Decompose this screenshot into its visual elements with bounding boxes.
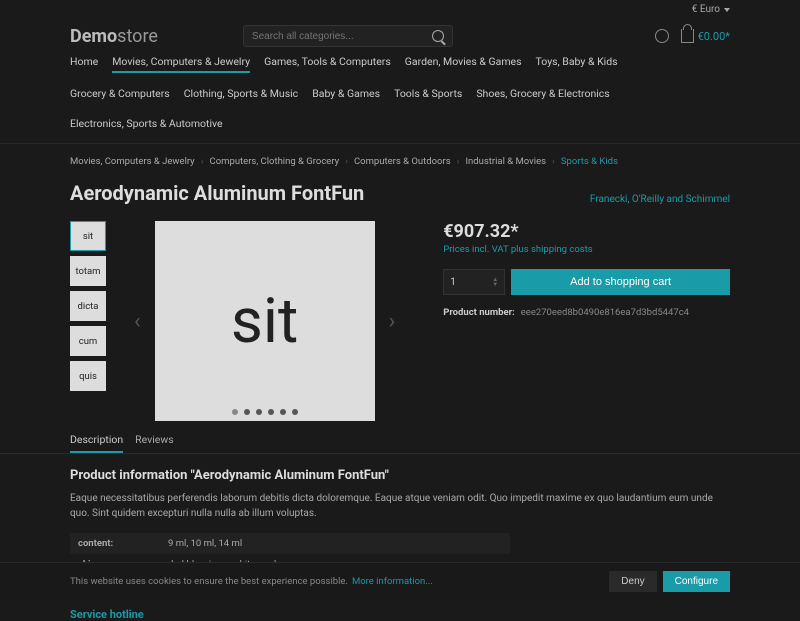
top-bar: € Euro — [0, 0, 800, 19]
cookie-text: This website uses cookies to ensure the … — [70, 576, 348, 587]
quantity-input[interactable]: 1 ▲▼ — [443, 269, 505, 295]
logo[interactable]: Demostore — [70, 26, 158, 47]
thumbnail[interactable]: totam — [70, 256, 106, 286]
main-nav: Home Movies, Computers & Jewelry Games, To… — [0, 55, 800, 144]
price: €907.32* — [443, 221, 730, 242]
nav-item[interactable]: Garden, Movies & Games — [405, 55, 522, 73]
manufacturer-link[interactable]: Franecki, O'Reilly and Schimmel — [590, 194, 730, 205]
search-input[interactable] — [252, 31, 432, 42]
nav-item[interactable]: Toys, Baby & Kids — [536, 55, 618, 73]
bag-icon — [681, 29, 694, 43]
gallery-prev[interactable]: ‹ — [120, 309, 155, 334]
vat-note[interactable]: Prices incl. VAT plus shipping costs — [443, 244, 592, 255]
gallery-dots — [155, 409, 375, 415]
breadcrumb-item[interactable]: Computers & Outdoors — [354, 156, 451, 167]
cookie-configure-button[interactable]: Configure — [663, 571, 730, 592]
breadcrumb-item[interactable]: Sports & Kids — [561, 156, 618, 167]
nav-item[interactable]: Home — [70, 55, 98, 73]
currency-selector[interactable]: € Euro — [692, 4, 730, 15]
product-title: Aerodynamic Aluminum FontFun — [70, 181, 364, 205]
quantity-stepper[interactable]: ▲▼ — [492, 277, 498, 287]
cart-total: €0.00* — [698, 30, 730, 43]
cookie-more-link[interactable]: More information... — [352, 576, 433, 587]
gallery-dot[interactable] — [292, 409, 298, 415]
search-box[interactable] — [243, 25, 453, 47]
nav-item[interactable]: Grocery & Computers — [70, 87, 170, 103]
nav-item[interactable]: Electronics, Sports & Automotive — [70, 117, 223, 133]
description-text: Eaque necessitatibus perferendis laborum… — [70, 491, 730, 521]
product-area: sit totam dicta cum quis ‹ sit › €907.32* Pr… — [0, 207, 800, 433]
cookie-deny-button[interactable]: Deny — [609, 571, 656, 592]
thumbnail[interactable]: sit — [70, 221, 106, 251]
gallery-dot[interactable] — [232, 409, 238, 415]
thumbnail[interactable]: dicta — [70, 291, 106, 321]
search-icon[interactable] — [432, 30, 444, 42]
description-heading: Product information "Aerodynamic Aluminu… — [70, 468, 730, 483]
thumbnail-list: sit totam dicta cum quis — [70, 221, 106, 421]
gallery-dot[interactable] — [244, 409, 250, 415]
chevron-down-icon — [724, 8, 730, 12]
product-tabs: Description Reviews — [0, 433, 800, 454]
breadcrumb-item[interactable]: Industrial & Movies — [465, 156, 546, 167]
currency-label: € Euro — [692, 4, 720, 15]
cookie-banner: This website uses cookies to ensure the … — [0, 562, 800, 600]
add-to-cart-button[interactable]: Add to shopping cart — [511, 269, 730, 295]
nav-item[interactable]: Baby & Games — [312, 87, 380, 103]
breadcrumb: Movies, Computers & Jewelry›Computers, C… — [0, 144, 800, 175]
buy-box: €907.32* Prices incl. VAT plus shipping … — [423, 221, 730, 421]
service-hotline-heading: Service hotline — [70, 608, 730, 621]
nav-item[interactable]: Clothing, Sports & Music — [184, 87, 298, 103]
main-image[interactable]: sit — [155, 221, 375, 421]
product-title-row: Aerodynamic Aluminum FontFun Franecki, O… — [0, 175, 800, 207]
nav-item[interactable]: Games, Tools & Computers — [264, 55, 391, 73]
thumbnail[interactable]: quis — [70, 361, 106, 391]
gallery-dot[interactable] — [280, 409, 286, 415]
property-row: content:9 ml, 10 ml, 14 ml — [70, 533, 510, 554]
nav-item[interactable]: Shoes, Grocery & Electronics — [476, 87, 609, 103]
breadcrumb-item[interactable]: Computers, Clothing & Grocery — [210, 156, 340, 167]
nav-item[interactable]: Movies, Computers & Jewelry — [112, 55, 250, 73]
gallery-dot[interactable] — [268, 409, 274, 415]
tab[interactable]: Reviews — [135, 433, 174, 453]
tab[interactable]: Description — [70, 433, 123, 453]
breadcrumb-item[interactable]: Movies, Computers & Jewelry — [70, 156, 195, 167]
cart-link[interactable]: €0.00* — [681, 29, 730, 43]
gallery-next[interactable]: › — [375, 309, 410, 334]
nav-item[interactable]: Tools & Sports — [394, 87, 462, 103]
product-number: Product number:eee270eed8b0490e816ea7d3b… — [443, 307, 730, 318]
user-icon[interactable] — [655, 29, 669, 43]
gallery-dot[interactable] — [256, 409, 262, 415]
gallery: ‹ sit › — [120, 221, 409, 421]
thumbnail[interactable]: cum — [70, 326, 106, 356]
header: Demostore €0.00* — [0, 19, 800, 55]
